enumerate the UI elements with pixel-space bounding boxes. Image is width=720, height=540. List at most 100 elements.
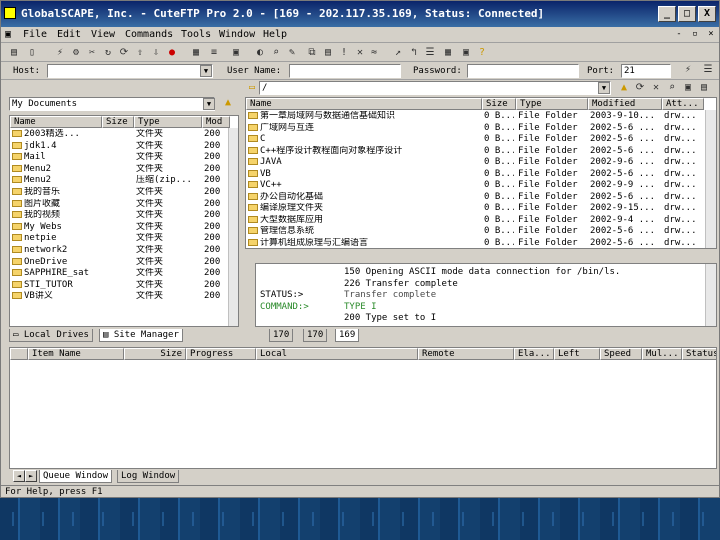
find-icon[interactable]: ⌕: [269, 46, 283, 60]
disconnect-icon[interactable]: ✂: [85, 46, 99, 60]
download-icon[interactable]: ⇩: [149, 46, 163, 60]
remote-list-item[interactable]: 大型数据库应用 0 B... File Folder 2002-9-4 ... drw.…: [246, 215, 704, 227]
minimize-button[interactable]: _: [658, 6, 676, 22]
host-input[interactable]: [47, 64, 213, 78]
local-list-item[interactable]: Mail 文件夹 200: [10, 152, 228, 164]
mdi-minimize-button[interactable]: -: [673, 28, 685, 40]
menu-commands[interactable]: Commands: [125, 29, 173, 40]
edit-icon[interactable]: ✎: [285, 46, 299, 60]
mdi-restore-button[interactable]: ▫: [689, 28, 701, 40]
tab-site-manager[interactable]: ▤ Site Manager: [99, 329, 183, 342]
reconnect-icon[interactable]: ↻: [101, 46, 115, 60]
remote-list-item[interactable]: VC++ 0 B... File Folder 2002-9-9 ... drw...: [246, 180, 704, 192]
mdi-close-button[interactable]: ×: [705, 28, 717, 40]
host-dropdown-icon[interactable]: ▼: [200, 65, 212, 77]
local-list-item[interactable]: STI_TUTOR 文件夹 200: [10, 280, 228, 292]
queue-col-speed[interactable]: Speed: [600, 348, 642, 360]
remote-stop-icon[interactable]: ✕: [649, 81, 663, 95]
remote-list-item[interactable]: C++程序设计教程面向对象程序设计 0 B... File Folder 2002-5…: [246, 146, 704, 158]
queue-col-elapsed[interactable]: Ela...: [514, 348, 554, 360]
menu-edit[interactable]: Edit: [57, 29, 81, 40]
local-up-folder-icon[interactable]: ▲: [221, 96, 235, 110]
session-tab-2[interactable]: 170: [303, 329, 328, 342]
tab-log-window[interactable]: Log Window: [117, 470, 180, 483]
connect-go-icon[interactable]: ⚡: [681, 63, 695, 77]
delete-icon[interactable]: ✕: [353, 46, 367, 60]
local-col-name[interactable]: Name: [10, 116, 102, 128]
list-icon[interactable]: ☰: [423, 46, 437, 60]
menu-view[interactable]: View: [91, 29, 115, 40]
connect-options-icon[interactable]: ☰: [701, 63, 715, 77]
remote-view-icon[interactable]: ▣: [681, 81, 695, 95]
remote-scrollbar[interactable]: [705, 110, 716, 248]
remote-col-size[interactable]: Size: [482, 98, 516, 110]
local-list-item[interactable]: 图片收藏 文件夹 200: [10, 199, 228, 211]
mkdir-icon[interactable]: ↗: [391, 46, 405, 60]
session-tab-3[interactable]: 169: [335, 329, 360, 342]
tab-queue-window[interactable]: Queue Window: [39, 470, 113, 483]
queue-col-check[interactable]: [10, 348, 28, 360]
remote-up-folder-icon[interactable]: ▲: [617, 81, 631, 95]
local-list-item[interactable]: SAPPHIRE_sat 文件夹 200: [10, 268, 228, 280]
remote-find-icon[interactable]: ⌕: [665, 81, 679, 95]
local-list-item[interactable]: netpie 文件夹 200: [10, 233, 228, 245]
local-path-combo[interactable]: [9, 97, 215, 111]
view-icon[interactable]: ▣: [229, 46, 243, 60]
remote-col-attr[interactable]: Att...: [662, 98, 704, 110]
rename-icon[interactable]: !: [337, 46, 351, 60]
menu-tools[interactable]: Tools: [181, 29, 211, 40]
local-col-size[interactable]: Size: [102, 116, 134, 128]
local-list-item[interactable]: OneDrive 文件夹 200: [10, 257, 228, 269]
remote-list-item[interactable]: JAVA 0 B... File Folder 2002-9-6 ... drw...: [246, 157, 704, 169]
local-col-mod[interactable]: Mod: [202, 116, 230, 128]
local-list-item[interactable]: My Webs 文件夹 200: [10, 222, 228, 234]
remote-path-combo[interactable]: [259, 81, 611, 95]
remote-col-modified[interactable]: Modified: [588, 98, 662, 110]
local-scrollbar[interactable]: [228, 128, 238, 326]
local-list-item[interactable]: jdk1.4 文件夹 200: [10, 141, 228, 153]
remote-list-item[interactable]: 广域网与互连 0 B... File Folder 2002-5-6 ... drw..…: [246, 123, 704, 135]
queue-col-status[interactable]: Status: [682, 348, 716, 360]
remote-option-icon[interactable]: ▤: [697, 81, 711, 95]
mdi-doc-icon[interactable]: ▣: [5, 29, 11, 40]
queue-col-progress[interactable]: Progress: [186, 348, 256, 360]
close-button[interactable]: X: [698, 6, 716, 22]
local-list-item[interactable]: Menu2 文件夹 200: [10, 164, 228, 176]
remote-list-item[interactable]: 办公自动化基础 0 B... File Folder 2002-5-6 ... drw.…: [246, 192, 704, 204]
remote-path-dropdown-icon[interactable]: ▼: [598, 82, 610, 94]
session-tab-1[interactable]: 170: [269, 329, 294, 342]
menu-file[interactable]: File: [23, 29, 47, 40]
queue-icon[interactable]: ≡: [207, 46, 221, 60]
remote-list-item[interactable]: 编译原理文件夹 0 B... File Folder 2002-9-15... drw.…: [246, 203, 704, 215]
connect-icon[interactable]: ⚡: [53, 46, 67, 60]
local-list-item[interactable]: 我的视频 文件夹 200: [10, 210, 228, 222]
refresh-icon[interactable]: ⟳: [117, 46, 131, 60]
queue-col-remote[interactable]: Remote: [418, 348, 514, 360]
queue-col-multi[interactable]: Mul...: [642, 348, 682, 360]
menu-window[interactable]: Window: [219, 29, 255, 40]
help-icon[interactable]: ?: [475, 46, 489, 60]
user-input[interactable]: [289, 64, 401, 78]
properties-icon[interactable]: ≈: [367, 46, 381, 60]
local-list-item[interactable]: VB讲义 文件夹 200: [10, 291, 228, 303]
tab-scroll-left-icon[interactable]: ◄: [13, 470, 25, 482]
quick-connect-icon[interactable]: ⚙: [69, 46, 83, 60]
title-bar[interactable]: GlobalSCAPE, Inc. - CuteFTP Pro 2.0 - [1…: [1, 1, 719, 27]
queue-col-left[interactable]: Left: [554, 348, 600, 360]
stop-icon[interactable]: ●: [165, 46, 179, 60]
transfer-icon[interactable]: ▦: [189, 46, 203, 60]
local-list-item[interactable]: 我的音乐 文件夹 200: [10, 187, 228, 199]
local-path-dropdown-icon[interactable]: ▼: [203, 98, 215, 110]
maximize-button[interactable]: □: [678, 6, 696, 22]
remote-list-item[interactable]: 管理信息系统 0 B... File Folder 2002-5-6 ... drw..…: [246, 226, 704, 238]
password-input[interactable]: [467, 64, 579, 78]
parent-dir-icon[interactable]: ↰: [407, 46, 421, 60]
queue-col-size[interactable]: Size: [124, 348, 186, 360]
new-icon[interactable]: ▯: [25, 46, 39, 60]
port-input[interactable]: [621, 64, 671, 78]
local-list-item[interactable]: 2003精选... 文件夹 200: [10, 129, 228, 141]
paste-icon[interactable]: ▤: [321, 46, 335, 60]
log-scrollbar[interactable]: [705, 264, 716, 326]
menu-help[interactable]: Help: [263, 29, 287, 40]
copy-icon[interactable]: ⧉: [305, 46, 319, 60]
